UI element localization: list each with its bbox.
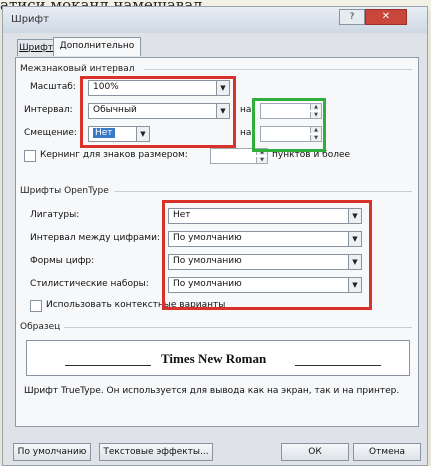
contextual-checkbox[interactable] xyxy=(30,300,42,312)
sample-text: Times New Roman xyxy=(161,351,267,366)
spin-down-icon[interactable]: ▼ xyxy=(256,157,267,163)
sample-preview: Times New Roman xyxy=(26,340,410,376)
divider xyxy=(144,69,412,70)
num-forms-label: Формы цифр: xyxy=(30,256,95,266)
font-dialog: Шрифт ? ✕ Шрифт Дополнительно Межзнаковы… xyxy=(2,6,428,466)
close-button[interactable]: ✕ xyxy=(365,9,407,25)
sample-heading: Образец xyxy=(20,322,61,332)
spacing-heading: Межзнаковый интервал xyxy=(20,64,135,74)
title-bar: Шрифт ? ✕ xyxy=(3,7,427,33)
tab-panel-advanced: Межзнаковый интервал Масштаб: 100% ▼ Инт… xyxy=(15,57,419,427)
divider xyxy=(64,327,412,328)
help-button[interactable]: ? xyxy=(339,9,365,25)
cancel-button[interactable]: Отмена xyxy=(353,443,421,461)
ok-button[interactable]: ОК xyxy=(281,443,349,461)
tab-font-label: Шрифт xyxy=(18,43,54,53)
red-highlight-box xyxy=(162,200,372,310)
num-spacing-label: Интервал между цифрами: xyxy=(30,233,160,243)
divider xyxy=(114,191,412,192)
ligatures-label: Лигатуры: xyxy=(30,210,80,220)
text-effects-button[interactable]: Текстовые эффекты... xyxy=(99,443,213,461)
tab-advanced[interactable]: Дополнительно xyxy=(53,37,141,56)
kerning-checkbox[interactable] xyxy=(24,150,36,162)
stylistic-label: Стилистические наборы: xyxy=(30,279,149,289)
baseline-right xyxy=(295,365,381,366)
scale-label: Масштаб: xyxy=(30,82,76,92)
interval-label: Интервал: xyxy=(24,105,73,115)
offset-label: Смещение: xyxy=(24,128,77,138)
sample-description: Шрифт TrueType. Он используется для выво… xyxy=(24,386,400,396)
red-highlight-box xyxy=(80,76,236,148)
kerning-label: Кернинг для знаков размером: xyxy=(40,150,188,160)
green-highlight-box xyxy=(252,98,326,152)
dialog-title: Шрифт xyxy=(11,14,49,25)
tab-advanced-label: Дополнительно xyxy=(59,41,135,51)
tab-font[interactable]: Шрифт xyxy=(17,39,55,56)
set-default-button[interactable]: По умолчанию xyxy=(13,443,91,461)
opentype-heading: Шрифты OpenType xyxy=(20,186,109,196)
baseline-left xyxy=(65,365,151,366)
